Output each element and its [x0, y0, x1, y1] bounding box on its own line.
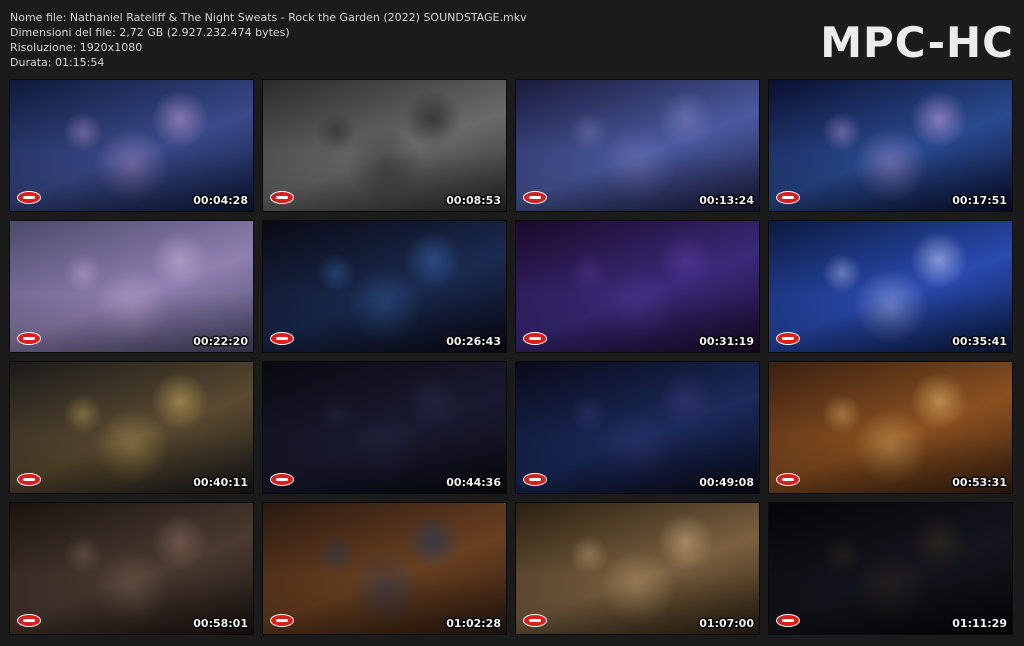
resolution-line: Risoluzione: 1920x1080: [10, 41, 143, 54]
channel-logo-icon: [523, 614, 547, 627]
timestamp-label: 00:22:20: [193, 335, 248, 348]
channel-logo-icon: [17, 614, 41, 627]
channel-logo-icon: [17, 191, 41, 204]
thumbnail-shade: [263, 503, 506, 634]
channel-logo-icon: [270, 614, 294, 627]
channel-logo-icon: [776, 191, 800, 204]
video-thumbnail: 00:49:08: [516, 362, 759, 493]
mpc-hc-logo: MPC-HC: [820, 18, 1014, 67]
file-info: Nome file: Nathaniel Rateliff & The Nigh…: [10, 10, 527, 70]
timestamp-label: 00:58:01: [193, 617, 248, 630]
channel-logo-icon: [270, 191, 294, 204]
timestamp-label: 00:26:43: [446, 335, 501, 348]
timestamp-label: 00:04:28: [193, 194, 248, 207]
timestamp-label: 00:44:36: [446, 476, 501, 489]
thumbnail-shade: [516, 503, 759, 634]
channel-logo-icon: [523, 473, 547, 486]
video-thumbnail: 00:53:31: [769, 362, 1012, 493]
video-thumbnail: 01:11:29: [769, 503, 1012, 634]
video-thumbnail: 00:04:28: [10, 80, 253, 211]
video-thumbnail: 01:02:28: [263, 503, 506, 634]
channel-logo-icon: [270, 473, 294, 486]
file-name-line: Nome file: Nathaniel Rateliff & The Nigh…: [10, 11, 527, 24]
thumbnail-shade: [769, 362, 1012, 493]
timestamp-label: 00:08:53: [446, 194, 501, 207]
video-thumbnail: 00:08:53: [263, 80, 506, 211]
video-thumbnail: 00:17:51: [769, 80, 1012, 211]
timestamp-label: 00:17:51: [952, 194, 1007, 207]
thumbnail-shade: [263, 80, 506, 211]
timestamp-label: 00:53:31: [952, 476, 1007, 489]
video-thumbnail: 00:26:43: [263, 221, 506, 352]
channel-logo-icon: [17, 332, 41, 345]
video-thumbnail: 00:22:20: [10, 221, 253, 352]
thumbnail-shade: [516, 221, 759, 352]
channel-logo-icon: [270, 332, 294, 345]
thumbnail-shade: [516, 362, 759, 493]
thumbnail-shade: [769, 221, 1012, 352]
thumbnail-shade: [10, 80, 253, 211]
timestamp-label: 01:07:00: [699, 617, 754, 630]
thumbnail-shade: [769, 503, 1012, 634]
timestamp-label: 01:11:29: [952, 617, 1007, 630]
video-thumbnail: 01:07:00: [516, 503, 759, 634]
thumbnail-shade: [769, 80, 1012, 211]
thumbnail-shade: [516, 80, 759, 211]
channel-logo-icon: [776, 332, 800, 345]
channel-logo-icon: [17, 473, 41, 486]
video-thumbnail: 00:58:01: [10, 503, 253, 634]
timestamp-label: 00:40:11: [193, 476, 248, 489]
timestamp-label: 00:31:19: [699, 335, 754, 348]
duration-line: Durata: 01:15:54: [10, 56, 105, 69]
video-thumbnail: 00:31:19: [516, 221, 759, 352]
timestamp-label: 00:13:24: [699, 194, 754, 207]
video-thumbnail: 00:44:36: [263, 362, 506, 493]
timestamp-label: 01:02:28: [446, 617, 501, 630]
video-thumbnail: 00:13:24: [516, 80, 759, 211]
thumbnail-shade: [10, 503, 253, 634]
channel-logo-icon: [776, 614, 800, 627]
timestamp-label: 00:49:08: [699, 476, 754, 489]
thumbnail-shade: [263, 362, 506, 493]
thumbnail-shade: [10, 221, 253, 352]
channel-logo-icon: [523, 191, 547, 204]
video-thumbnail: 00:35:41: [769, 221, 1012, 352]
channel-logo-icon: [523, 332, 547, 345]
file-size-line: Dimensioni del file: 2,72 GB (2.927.232.…: [10, 26, 290, 39]
timestamp-label: 00:35:41: [952, 335, 1007, 348]
video-thumbnail: 00:40:11: [10, 362, 253, 493]
thumbnail-shade: [263, 221, 506, 352]
thumbnail-shade: [10, 362, 253, 493]
channel-logo-icon: [776, 473, 800, 486]
